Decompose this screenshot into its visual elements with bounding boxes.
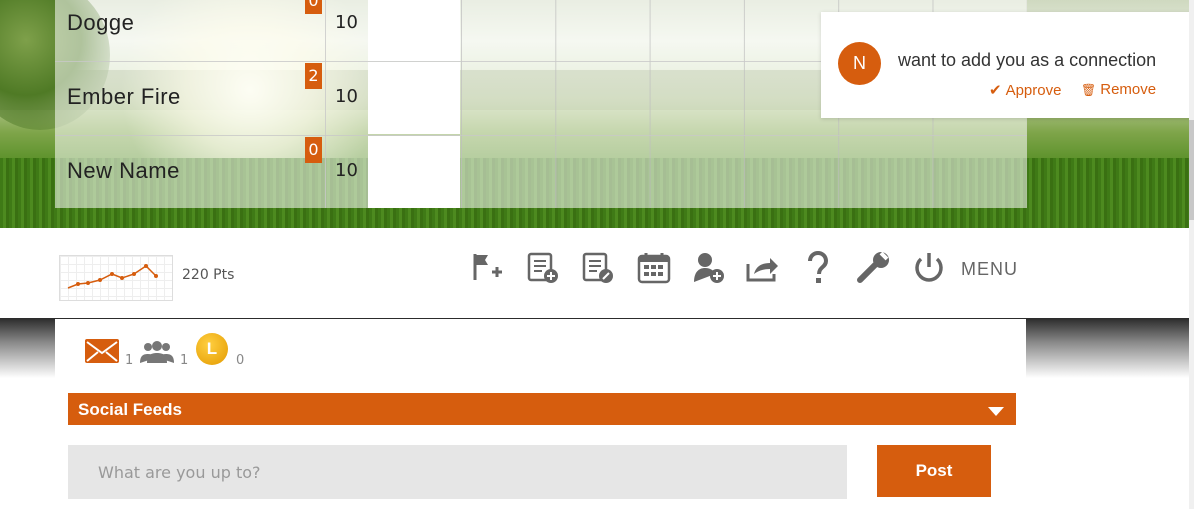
chevron-down-icon[interactable] [988,407,1004,416]
leaderboard-name: Dogge [67,10,135,35]
menu-button[interactable]: MENU [961,259,1018,280]
social-feeds-header[interactable]: Social Feeds [68,393,1016,425]
messages-counter[interactable] [85,339,119,368]
add-list-icon[interactable] [525,250,561,286]
leaderboard-badge: 0 [305,137,322,163]
sparkline-chart [67,264,158,289]
leaderboard-score: 10 [335,160,358,181]
groups-count: 1 [180,353,189,368]
main-toolbar: 220 Pts MENU [0,228,1189,319]
messages-count: 1 [125,353,134,368]
trash-icon: 🗑 [1081,83,1097,97]
status-input[interactable] [68,445,847,499]
approve-label: Approve [1005,82,1062,99]
leaderboard-column-divider [325,0,326,208]
edit-list-icon[interactable] [580,250,616,286]
post-button[interactable]: Post [877,445,991,497]
leaderboard-cell [368,62,460,134]
level-count: 0 [236,353,245,368]
level-counter[interactable]: L [196,333,228,365]
connection-request-notification: N want to add you as a connection ✔ Appro… [821,12,1194,118]
avatar: N [838,42,881,85]
scrollbar[interactable] [1189,0,1194,509]
leaderboard-cell [368,0,460,61]
add-user-icon[interactable] [691,250,727,286]
leaderboard-badge: 0 [305,0,322,14]
group-icon [140,341,174,363]
main-content-panel: 1 1 L 0 Social Feeds Post [55,319,1026,509]
leaderboard-score: 10 [335,86,358,107]
checkmark-icon: ✔ [989,82,1002,99]
leaderboard-score: 10 [335,12,358,33]
envelope-icon [85,339,119,363]
leaderboard-name: New Name [67,158,180,183]
leaderboard-badge: 2 [305,63,322,89]
scrollbar-thumb[interactable] [1189,120,1194,220]
remove-label: Remove [1100,81,1157,98]
leaderboard-cell [368,136,460,208]
social-feeds-title: Social Feeds [78,400,182,419]
help-icon[interactable] [800,250,836,286]
leaderboard-row-divider [55,135,1027,136]
background-shadow-band-right [1026,318,1194,378]
groups-counter[interactable] [140,341,174,368]
flag-add-icon[interactable] [470,250,506,286]
share-icon[interactable] [744,250,780,286]
power-icon[interactable] [911,250,947,286]
level-letter: L [206,339,218,358]
calendar-icon[interactable] [636,250,672,286]
leaderboard-name: Ember Fire [67,84,181,109]
points-label: 220 Pts [182,267,235,283]
level-coin-icon: L [196,333,228,365]
remove-button[interactable]: 🗑 Remove [1081,81,1156,98]
notification-message: want to add you as a connection [898,50,1157,70]
points-sparkline[interactable] [59,255,173,301]
approve-button[interactable]: ✔ Approve [989,81,1061,99]
settings-wrench-icon[interactable] [856,250,892,286]
